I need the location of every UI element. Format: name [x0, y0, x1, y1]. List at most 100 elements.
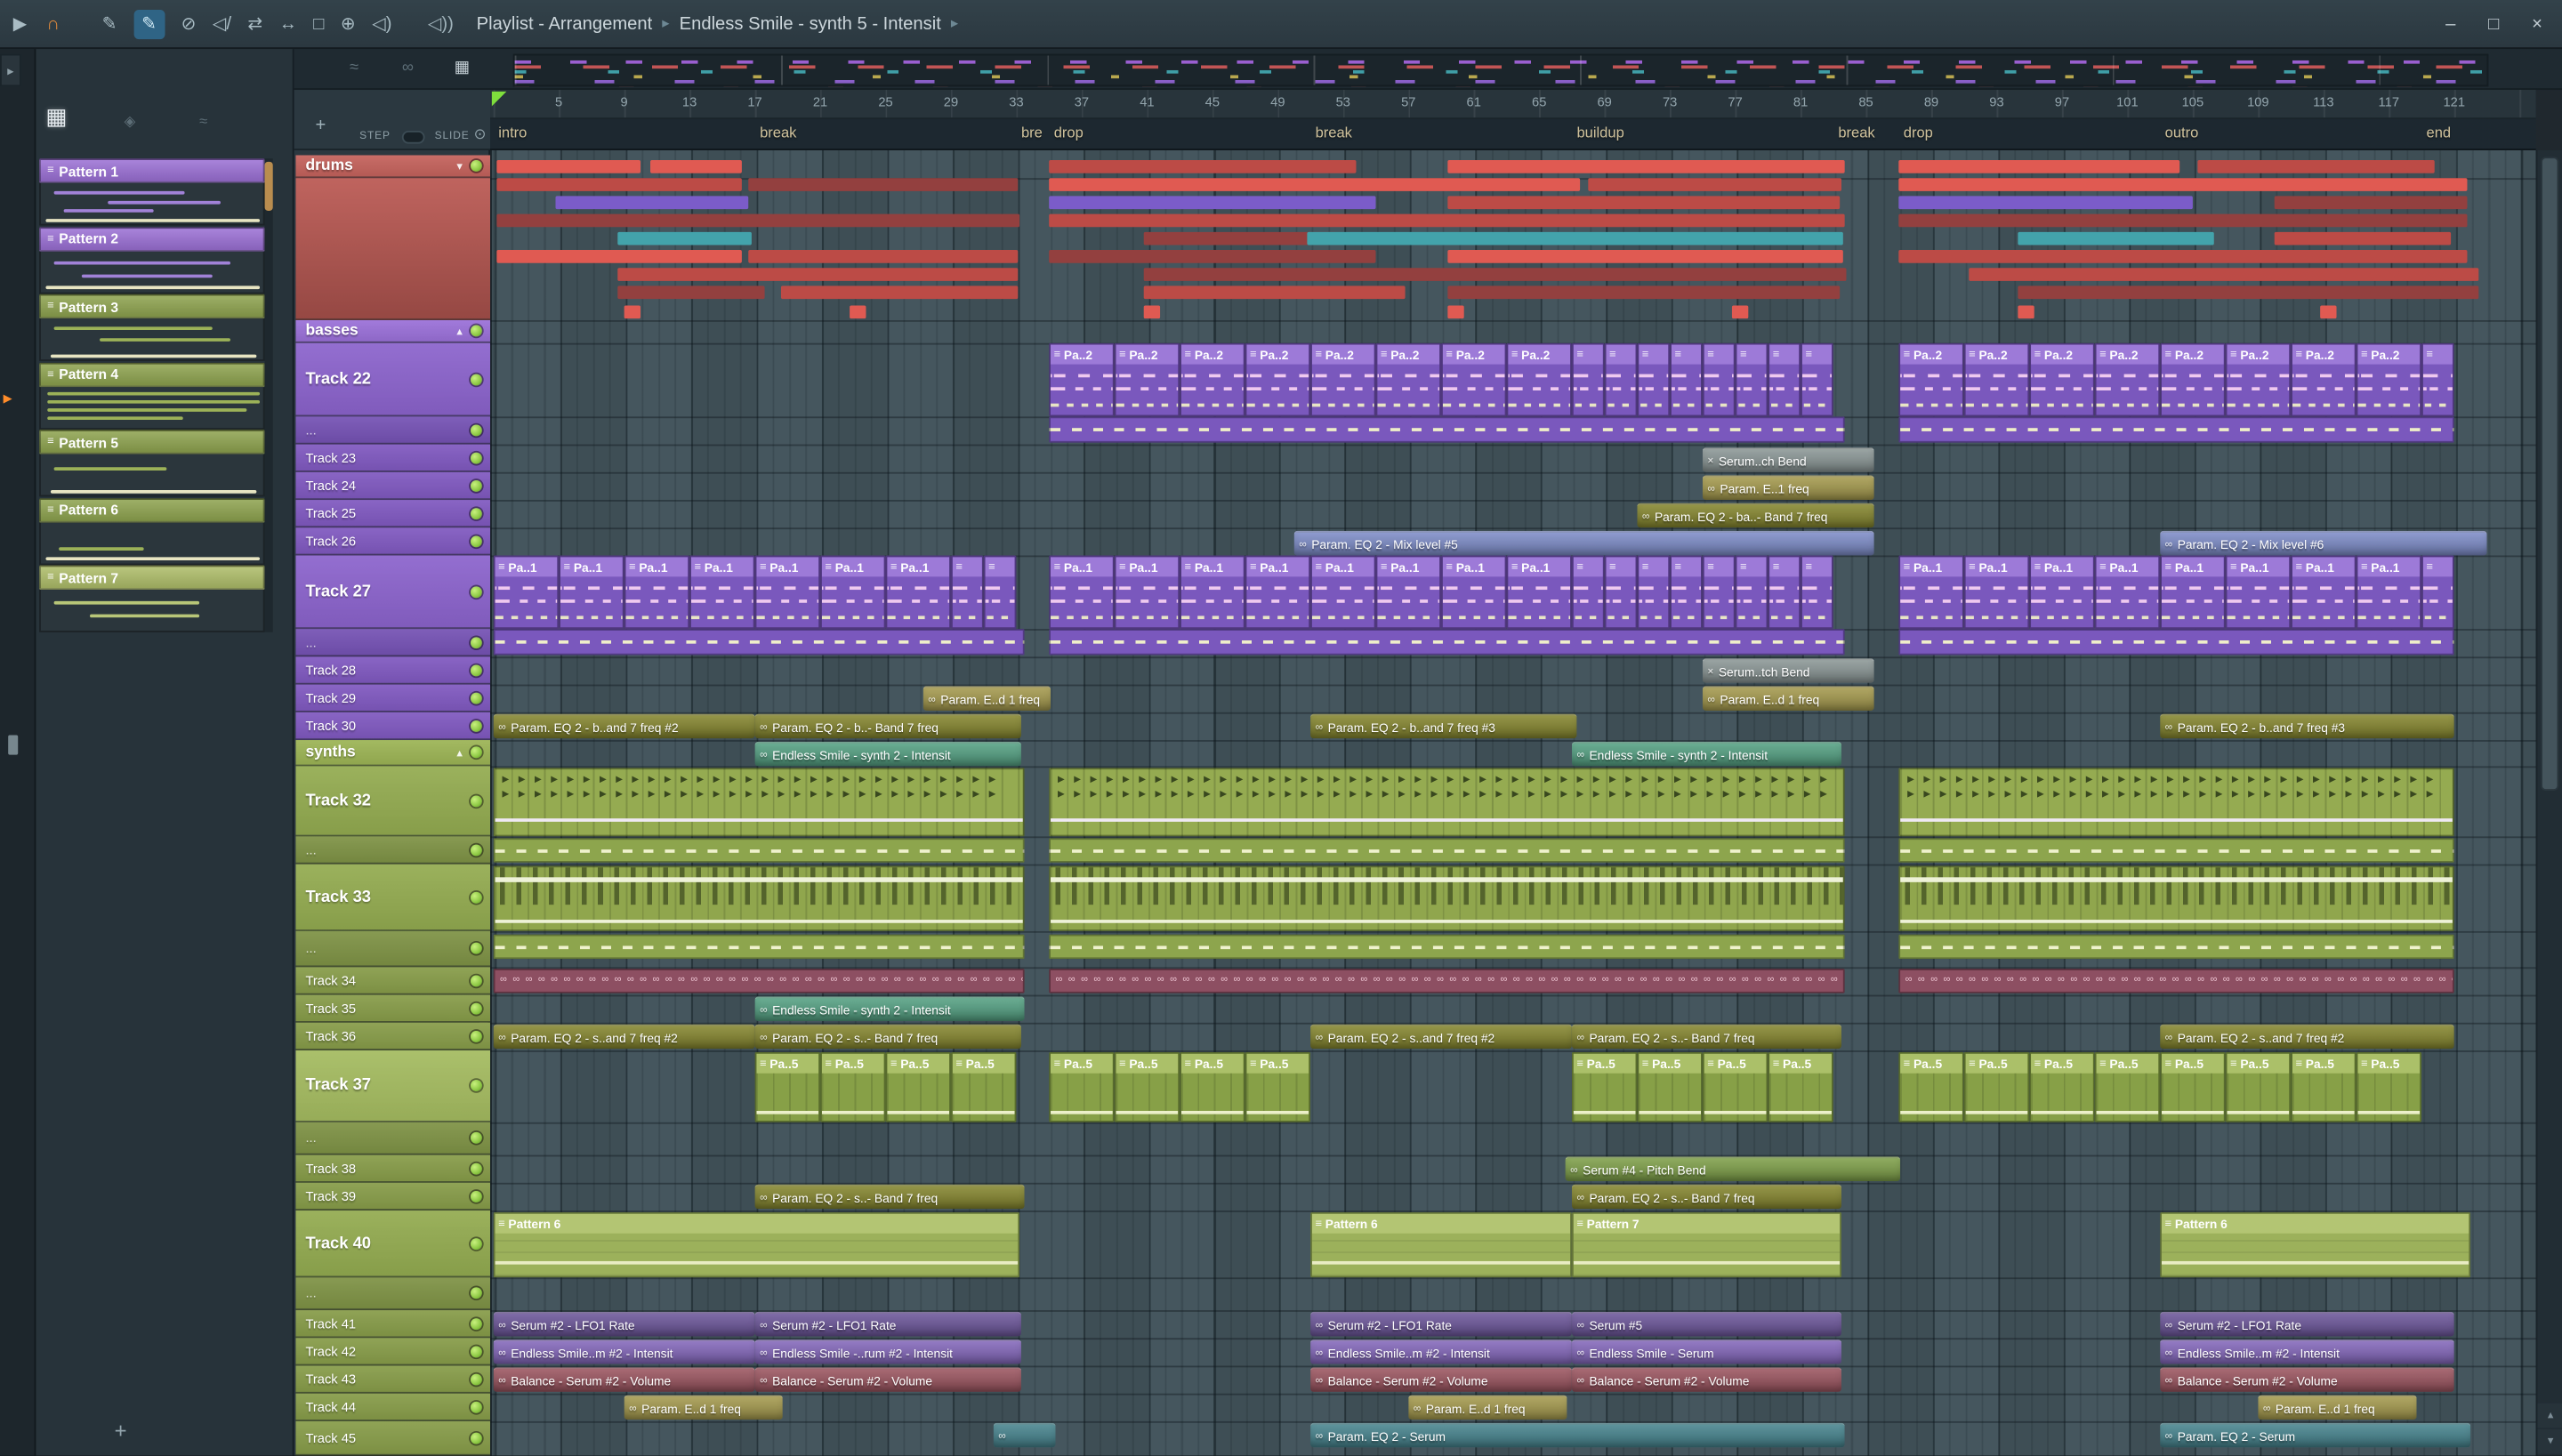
pattern-item-3[interactable]: ≡ Pattern 3: [39, 294, 265, 319]
automation-clip[interactable]: ∞ Endless Smile..m #2 - Intensit: [2160, 1339, 2454, 1364]
pattern-clip[interactable]: ≡ Pa..1: [624, 555, 690, 630]
monitor-volume-icon[interactable]: ◁)): [428, 12, 454, 36]
link-clip[interactable]: ∞∞∞∞∞∞∞∞∞∞∞∞∞∞∞∞∞∞∞∞∞∞∞∞∞∞∞∞∞∞∞∞∞∞∞∞∞∞∞∞…: [493, 969, 1025, 993]
pattern-clip[interactable]: ≡ Pa..5: [950, 1051, 1017, 1122]
drum-clip[interactable]: [1049, 178, 1581, 191]
track-header-track-44[interactable]: Track 44: [295, 1393, 491, 1421]
track-group-drums[interactable]: drums ▾: [295, 155, 491, 179]
pattern-clip[interactable]: ≡ Pa..5: [1702, 1051, 1768, 1122]
track-header-track-25[interactable]: Track 25: [295, 500, 491, 528]
pattern-clip[interactable]: ≡: [1571, 555, 1605, 630]
track-header-track-41[interactable]: Track 41: [295, 1310, 491, 1339]
performance-clip[interactable]: [493, 865, 1025, 931]
track-header-unnamed[interactable]: ...: [295, 629, 491, 657]
pattern-clip[interactable]: ≡ Pa..1: [1898, 555, 1964, 630]
add-track-button[interactable]: +: [315, 116, 326, 135]
track-group-synths[interactable]: synths ▴: [295, 740, 491, 767]
automation-clip[interactable]: ∞ Endless Smile - synth 2 - Intensit: [754, 996, 1025, 1021]
drum-clip[interactable]: [850, 305, 866, 319]
automation-clip[interactable]: ∞ Serum #5: [1571, 1311, 1841, 1337]
pattern-clip[interactable]: ≡ Pa..5: [1637, 1051, 1703, 1122]
pattern-clip[interactable]: ≡ Pa..5: [1963, 1051, 2030, 1122]
drum-clip[interactable]: [1447, 196, 1841, 210]
vertical-scrollbar[interactable]: ▴ ▾: [2535, 149, 2562, 1456]
mute-indicator[interactable]: [470, 1372, 482, 1385]
drum-clip[interactable]: [780, 286, 1019, 300]
mute-indicator[interactable]: [470, 974, 482, 986]
pattern-clip[interactable]: ≡: [950, 555, 984, 630]
automation-clip[interactable]: ∞ Param. EQ 2 - b..- Band 7 freq: [754, 713, 1021, 739]
track-header-track-24[interactable]: Track 24: [295, 471, 491, 501]
drum-clip[interactable]: [2018, 305, 2034, 319]
mute-indicator[interactable]: [470, 479, 482, 491]
pattern-clip[interactable]: ≡: [1702, 555, 1736, 630]
collapse-arrow-icon[interactable]: ▴: [456, 745, 462, 759]
pattern-clip[interactable]: ≡ Pa..1: [2225, 555, 2292, 630]
pattern-clip[interactable]: ≡ Pa..2: [1440, 342, 1507, 417]
track-header-track-37[interactable]: Track 37: [295, 1050, 491, 1122]
mute-indicator[interactable]: [470, 1317, 482, 1330]
track-header-track-34[interactable]: Track 34: [295, 967, 491, 995]
track-header-track-23[interactable]: Track 23: [295, 444, 491, 472]
pattern-clip[interactable]: ≡ Pa..5: [2160, 1051, 2226, 1122]
drum-clip[interactable]: [1049, 196, 1376, 210]
drum-clip[interactable]: [496, 213, 1020, 228]
track-header-track-30[interactable]: Track 30: [295, 712, 491, 741]
drum-clip[interactable]: [496, 250, 742, 263]
pattern-clip[interactable]: ≡ Pa..1: [885, 555, 951, 630]
track-header-track-26[interactable]: Track 26: [295, 527, 491, 556]
mute-indicator[interactable]: [470, 1287, 482, 1299]
drum-clip[interactable]: [1447, 286, 1841, 300]
automation-clip[interactable]: ∞ Param. E..d 1 freq: [1408, 1395, 1567, 1420]
link-clip[interactable]: ∞∞∞∞∞∞∞∞∞∞∞∞∞∞∞∞∞∞∞∞∞∞∞∞∞∞∞∞∞∞∞∞∞∞∞∞∞∞∞∞…: [1049, 969, 1845, 993]
automation-clip[interactable]: ∞ Balance - Serum #2 - Volume: [2160, 1367, 2454, 1392]
pattern-clip[interactable]: ≡: [1637, 342, 1671, 417]
collapse-arrow-icon[interactable]: ▴: [456, 325, 462, 337]
mute-indicator[interactable]: [470, 1002, 482, 1014]
timeline-marker[interactable]: end: [2427, 125, 2452, 141]
automation-clip[interactable]: ∞ Param. EQ 2 - Serum: [1310, 1422, 1845, 1448]
pattern-clip[interactable]: ≡ Pa..2: [2356, 342, 2422, 417]
timeline-bar-numbers-row[interactable]: [490, 90, 2536, 120]
pattern-item-7[interactable]: ≡ Pattern 7: [39, 565, 265, 591]
pattern-clip-tail[interactable]: [493, 629, 1025, 656]
pattern-clip[interactable]: ≡ Pa..1: [689, 555, 755, 630]
automation-clip[interactable]: ∞ Balance - Serum #2 - Volume: [754, 1367, 1021, 1392]
drum-clip[interactable]: [1049, 250, 1376, 263]
track-header-track-32[interactable]: Track 32: [295, 766, 491, 837]
track-header-track-45[interactable]: Track 45: [295, 1420, 491, 1456]
pattern-item-6[interactable]: ≡ Pattern 6: [39, 497, 265, 522]
tab-grid-icon[interactable]: ▦: [455, 59, 470, 76]
pattern-clip[interactable]: ≡: [1604, 342, 1638, 417]
pattern-clip[interactable]: ≡: [1571, 342, 1605, 417]
preview-tool-icon[interactable]: ◁): [372, 12, 391, 36]
pattern-clip[interactable]: ≡: [1735, 342, 1768, 417]
automation-clip[interactable]: ∞ Param. E..1 freq: [1702, 475, 1874, 501]
collapse-arrow-icon[interactable]: ▾: [456, 159, 462, 173]
timeline-marker[interactable]: break: [1838, 125, 1874, 141]
pattern-clip-tail[interactable]: [1049, 934, 1845, 960]
automation-clip[interactable]: ∞ Param. EQ 2 - ba..- Band 7 freq: [1637, 503, 1874, 528]
pattern-clip[interactable]: ≡ Pa..1: [2291, 555, 2357, 630]
pattern-clip[interactable]: ≡: [1801, 342, 1833, 417]
track-header-track-28[interactable]: Track 28: [295, 656, 491, 685]
picker-sounds-icon[interactable]: ◈: [125, 113, 136, 131]
panel-resize-handle[interactable]: [8, 735, 19, 755]
pattern-clip[interactable]: ≡ Pa..5: [2291, 1051, 2357, 1122]
playhead-marker[interactable]: [491, 91, 507, 107]
timeline-marker[interactable]: drop: [1054, 125, 1084, 141]
drum-clip[interactable]: [1143, 305, 1161, 319]
timeline-marker[interactable]: intro: [498, 125, 527, 141]
pattern-clip[interactable]: ≡ Pa..2: [2225, 342, 2292, 417]
drum-clip[interactable]: [1143, 286, 1406, 300]
pattern-clip[interactable]: ≡ Pattern 6: [493, 1211, 1020, 1278]
drum-clip[interactable]: [1447, 305, 1464, 319]
track-header-track-43[interactable]: Track 43: [295, 1365, 491, 1394]
pattern-clip-tail[interactable]: [1898, 934, 2454, 960]
drum-clip[interactable]: [1588, 178, 1841, 191]
pattern-clip[interactable]: ≡ Pa..2: [1310, 342, 1376, 417]
drum-clip[interactable]: [1969, 268, 2479, 281]
drum-clip[interactable]: [2320, 305, 2337, 319]
drum-clip[interactable]: [1898, 159, 2180, 173]
pattern-clip[interactable]: ≡: [1670, 342, 1703, 417]
